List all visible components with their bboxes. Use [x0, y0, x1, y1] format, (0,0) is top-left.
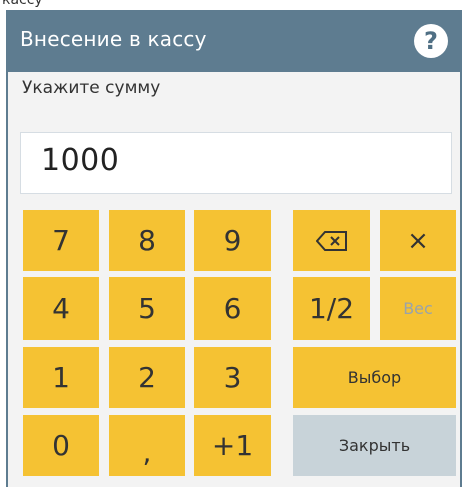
key-2[interactable]: 2	[109, 347, 185, 408]
cash-deposit-dialog: Внесение в кассу ? Укажите сумму 1000 7 …	[6, 10, 462, 487]
top-strip-text: кассу	[2, 0, 43, 8]
amount-value: 1000	[41, 143, 120, 178]
backspace-button[interactable]	[293, 210, 370, 271]
key-1[interactable]: 1	[23, 347, 99, 408]
amount-display[interactable]: 1000	[20, 132, 452, 194]
backspace-icon	[315, 230, 347, 251]
top-strip: кассу	[0, 0, 466, 10]
key-0[interactable]: 0	[23, 415, 99, 476]
key-8[interactable]: 8	[109, 210, 185, 271]
clear-button[interactable]: ×	[380, 210, 456, 271]
key-3[interactable]: 3	[194, 347, 271, 408]
key-4[interactable]: 4	[23, 277, 99, 340]
key-plus-1[interactable]: +1	[194, 415, 271, 476]
key-comma[interactable]: ,	[109, 415, 185, 476]
help-icon[interactable]: ?	[414, 24, 448, 58]
key-9[interactable]: 9	[194, 210, 271, 271]
title-bar: Внесение в кассу ?	[6, 10, 462, 72]
close-button[interactable]: Закрыть	[293, 415, 456, 476]
select-button[interactable]: Выбор	[293, 347, 456, 408]
key-5[interactable]: 5	[109, 277, 185, 340]
dialog-title: Внесение в кассу	[20, 27, 207, 51]
weight-button[interactable]: Вес	[380, 277, 456, 340]
half-button[interactable]: 1/2	[293, 277, 370, 340]
key-6[interactable]: 6	[194, 277, 271, 340]
key-7[interactable]: 7	[23, 210, 99, 271]
amount-prompt: Укажите сумму	[22, 78, 161, 98]
